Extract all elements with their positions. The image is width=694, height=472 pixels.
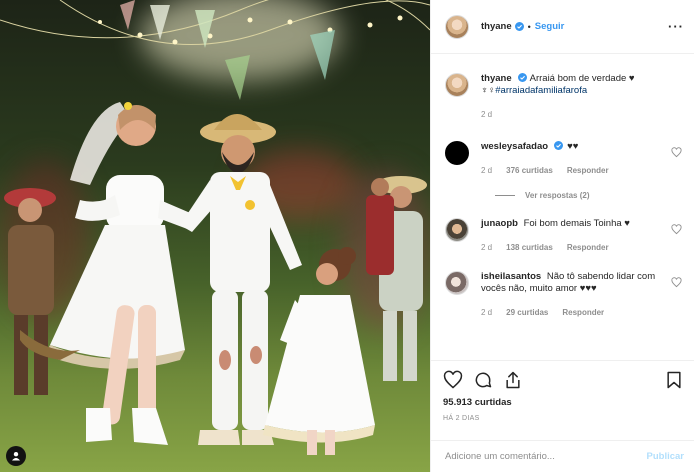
follow-button[interactable]: Seguir <box>535 21 565 32</box>
more-options-icon[interactable]: ··· <box>668 19 684 34</box>
comment-body: junaopb Foi bom demais Toinha ♥ 2 d 138 … <box>481 218 682 254</box>
like-comment-heart-icon[interactable] <box>671 224 682 235</box>
like-heart-icon[interactable] <box>443 370 463 390</box>
commenter-avatar[interactable] <box>445 218 469 242</box>
comment-username[interactable]: wesleysafadao <box>481 141 548 152</box>
reply-button[interactable]: Responder <box>567 242 609 254</box>
caption: thyane Arraiá bom de verdade ♥ ♆♀#arraiad… <box>445 73 682 121</box>
comment-text: ♥♥ <box>567 141 579 152</box>
comment-text-block: junaopb Foi bom demais Toinha ♥ <box>481 218 666 230</box>
comments-list[interactable]: thyane Arraiá bom de verdade ♥ ♆♀#arraiad… <box>431 55 694 360</box>
separator-dot: • <box>527 21 531 32</box>
comment-text-block: wesleysafadao ♥♥ <box>481 141 666 153</box>
comment-body: wesleysafadao ♥♥ 2 d 376 curtidas Respond… <box>481 141 682 177</box>
publish-button[interactable]: Publicar <box>647 451 685 462</box>
likes-count[interactable]: 95.913 curtidas <box>443 397 684 408</box>
comment-text: Foi bom demais Toinha ♥ <box>523 218 630 229</box>
commenter-avatar[interactable] <box>445 271 469 295</box>
view-replies-button[interactable]: Ver respostas (2) <box>495 191 682 200</box>
post-header: thyane • Seguir ··· <box>431 0 694 54</box>
post-actions: 95.913 curtidas HÁ 2 DIAS <box>431 360 694 422</box>
caption-time[interactable]: 2 d <box>481 109 492 121</box>
bride-figure <box>20 102 195 445</box>
author-username[interactable]: thyane <box>481 21 512 32</box>
comment-time[interactable]: 2 d <box>481 165 492 177</box>
comment-item: wesleysafadao ♥♥ 2 d 376 curtidas Respond… <box>445 141 682 177</box>
verified-badge-icon <box>514 22 524 31</box>
comment-body: isheilasantos Não tô sabendo lidar com v… <box>481 271 682 319</box>
caption-hashtag[interactable]: #arraiadafamiliafarofa <box>495 85 587 96</box>
add-comment-bar: Publicar <box>431 440 694 472</box>
view-replies-label[interactable]: Ver respostas (2) <box>525 191 589 200</box>
comment-bubble-icon[interactable] <box>473 370 493 390</box>
caption-username[interactable]: thyane <box>481 73 512 84</box>
caption-meta: 2 d <box>481 109 666 121</box>
caption-text: Arraiá bom de verdade ♥ <box>529 73 635 84</box>
comment-username[interactable]: isheilasantos <box>481 271 541 282</box>
post-sidebar: thyane • Seguir ··· thyane Arraiá bom de … <box>430 0 694 472</box>
instagram-post: thyane • Seguir ··· thyane Arraiá bom de … <box>0 0 694 472</box>
reply-button[interactable]: Responder <box>567 165 609 177</box>
tagged-users-button[interactable] <box>6 446 26 466</box>
comment-input[interactable] <box>445 451 647 462</box>
post-photo[interactable] <box>0 0 430 472</box>
author-avatar[interactable] <box>445 73 469 97</box>
author-avatar[interactable] <box>445 14 469 39</box>
reply-button[interactable]: Responder <box>562 307 604 319</box>
comment-meta: 2 d 138 curtidas Responder <box>481 242 666 254</box>
comment-time[interactable]: 2 d <box>481 307 492 319</box>
comment-meta: 2 d 29 curtidas Responder <box>481 307 666 319</box>
replies-divider <box>495 195 515 196</box>
comment-likes[interactable]: 29 curtidas <box>506 307 548 319</box>
child-figure <box>263 247 375 455</box>
comment-time[interactable]: 2 d <box>481 242 492 254</box>
action-icons <box>443 369 684 391</box>
caption-symbols: ♆♀ <box>481 85 496 96</box>
user-tag-icon <box>12 452 20 461</box>
like-comment-heart-icon[interactable] <box>671 147 682 158</box>
comment-username[interactable]: junaopb <box>481 218 518 229</box>
share-icon[interactable] <box>503 370 523 390</box>
comment-likes[interactable]: 138 curtidas <box>506 242 553 254</box>
comment-item: junaopb Foi bom demais Toinha ♥ 2 d 138 … <box>445 218 682 254</box>
caption-body: thyane Arraiá bom de verdade ♥ ♆♀#arraiad… <box>481 73 682 121</box>
save-bookmark-icon[interactable] <box>664 370 684 390</box>
verified-badge-icon <box>517 73 527 82</box>
comment-item: isheilasantos Não tô sabendo lidar com v… <box>445 271 682 319</box>
comment-likes[interactable]: 376 curtidas <box>506 165 553 177</box>
like-comment-heart-icon[interactable] <box>671 277 682 288</box>
post-timestamp[interactable]: HÁ 2 DIAS <box>443 415 684 422</box>
comment-text-block: isheilasantos Não tô sabendo lidar com v… <box>481 271 666 295</box>
comment-meta: 2 d 376 curtidas Responder <box>481 165 666 177</box>
caption-text-block: thyane Arraiá bom de verdade ♥ ♆♀#arraiad… <box>481 73 666 97</box>
verified-badge-icon <box>554 141 564 150</box>
commenter-avatar[interactable] <box>445 141 469 165</box>
